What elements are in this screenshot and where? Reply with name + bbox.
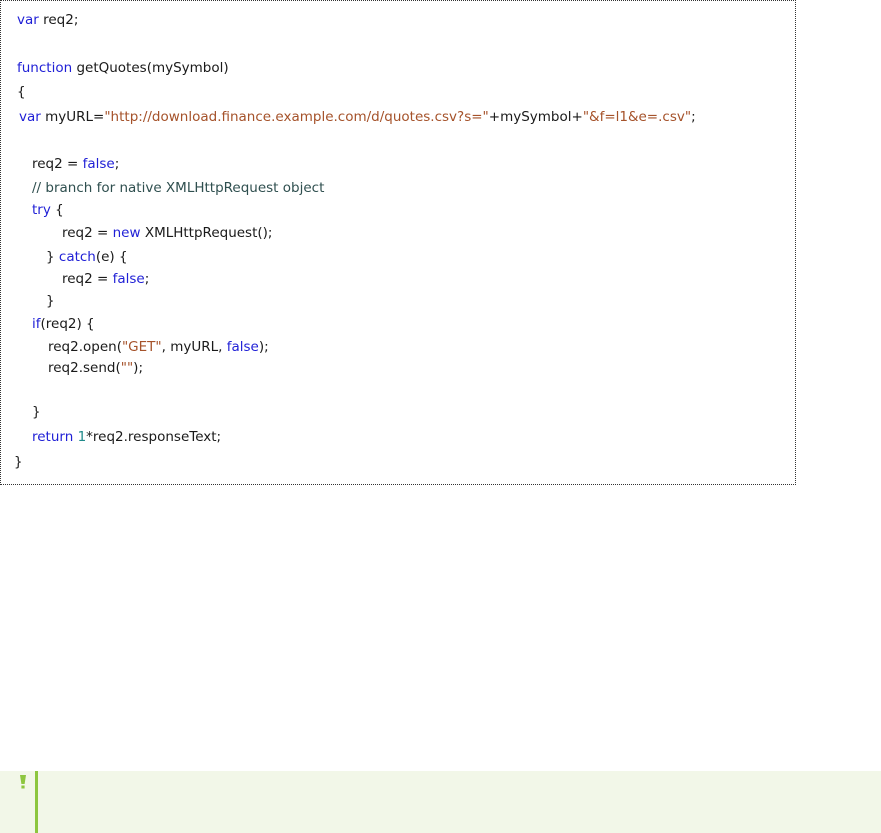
code-token: } bbox=[46, 293, 55, 309]
code-token: var bbox=[17, 12, 39, 28]
code-line: } catch(e) { bbox=[46, 247, 128, 267]
code-line: var myURL="http://download.finance.examp… bbox=[19, 107, 696, 127]
code-token: (req2) { bbox=[40, 316, 95, 332]
code-line: req2 = false; bbox=[32, 154, 119, 174]
code-line: req2.open("GET", myURL, false); bbox=[48, 337, 269, 357]
code-token: ); bbox=[133, 360, 143, 376]
code-token: } bbox=[46, 249, 59, 265]
code-token: myURL= bbox=[40, 109, 105, 125]
code-line: return 1*req2.responseText; bbox=[32, 427, 221, 447]
code-token: catch bbox=[58, 249, 96, 265]
code-token: req2.send( bbox=[48, 360, 121, 376]
code-line: req2.send(""); bbox=[48, 358, 143, 378]
code-token: false bbox=[226, 339, 259, 355]
code-token: 1 bbox=[77, 429, 87, 445]
code-line: } bbox=[32, 402, 41, 422]
code-token: try bbox=[32, 202, 51, 218]
code-token: { bbox=[50, 202, 64, 218]
code-token: false bbox=[112, 271, 145, 287]
code-token: false bbox=[82, 156, 115, 172]
code-token: , myURL, bbox=[161, 339, 227, 355]
tip-callout bbox=[0, 771, 881, 833]
code-token: } bbox=[14, 454, 23, 470]
code-token: *req2.responseText; bbox=[86, 429, 222, 445]
code-block: var req2; function getQuotes(mySymbol) { va… bbox=[0, 0, 796, 485]
code-token: req2 = bbox=[62, 225, 113, 241]
code-token: +mySymbol+ bbox=[488, 109, 583, 125]
code-line: req2 = new XMLHttpRequest(); bbox=[62, 223, 272, 243]
code-line: if(req2) { bbox=[32, 314, 95, 334]
code-token: } bbox=[32, 404, 41, 420]
code-token: { bbox=[17, 84, 26, 100]
code-token: "http://download.finance.example.com/d/q… bbox=[104, 109, 489, 125]
code-token: new bbox=[112, 225, 141, 241]
code-token: if bbox=[32, 316, 41, 332]
code-line: var req2; bbox=[17, 10, 78, 30]
code-token: // branch for native XMLHttpRequest obje… bbox=[32, 180, 325, 196]
code-token: req2 = bbox=[32, 156, 83, 172]
code-token: "GET" bbox=[121, 339, 162, 355]
code-line: req2 = false; bbox=[62, 269, 149, 289]
code-token: var bbox=[19, 109, 41, 125]
code-token: "" bbox=[120, 360, 134, 376]
code-token: getQuotes(mySymbol) bbox=[72, 60, 229, 76]
tip-accent-rule bbox=[35, 771, 38, 833]
code-token: ; bbox=[691, 109, 696, 125]
code-token: "&f=l1&e=.csv" bbox=[582, 109, 692, 125]
code-token: (e) { bbox=[95, 249, 128, 265]
code-token: return bbox=[32, 429, 74, 445]
code-token: req2.open( bbox=[48, 339, 122, 355]
code-token: XMLHttpRequest(); bbox=[140, 225, 273, 241]
exclamation-icon bbox=[20, 775, 26, 789]
code-line: try { bbox=[32, 200, 64, 220]
code-line: } bbox=[14, 452, 23, 472]
code-line: } bbox=[46, 291, 55, 311]
code-token: ; bbox=[114, 156, 120, 172]
code-token: req2 = bbox=[62, 271, 113, 287]
code-token: ; bbox=[144, 271, 150, 287]
code-token: ); bbox=[258, 339, 269, 355]
code-line: // branch for native XMLHttpRequest obje… bbox=[32, 178, 324, 198]
code-token: req2; bbox=[38, 12, 79, 28]
code-line: { bbox=[17, 82, 26, 102]
code-line: function getQuotes(mySymbol) bbox=[17, 58, 229, 78]
code-token: function bbox=[17, 60, 73, 76]
